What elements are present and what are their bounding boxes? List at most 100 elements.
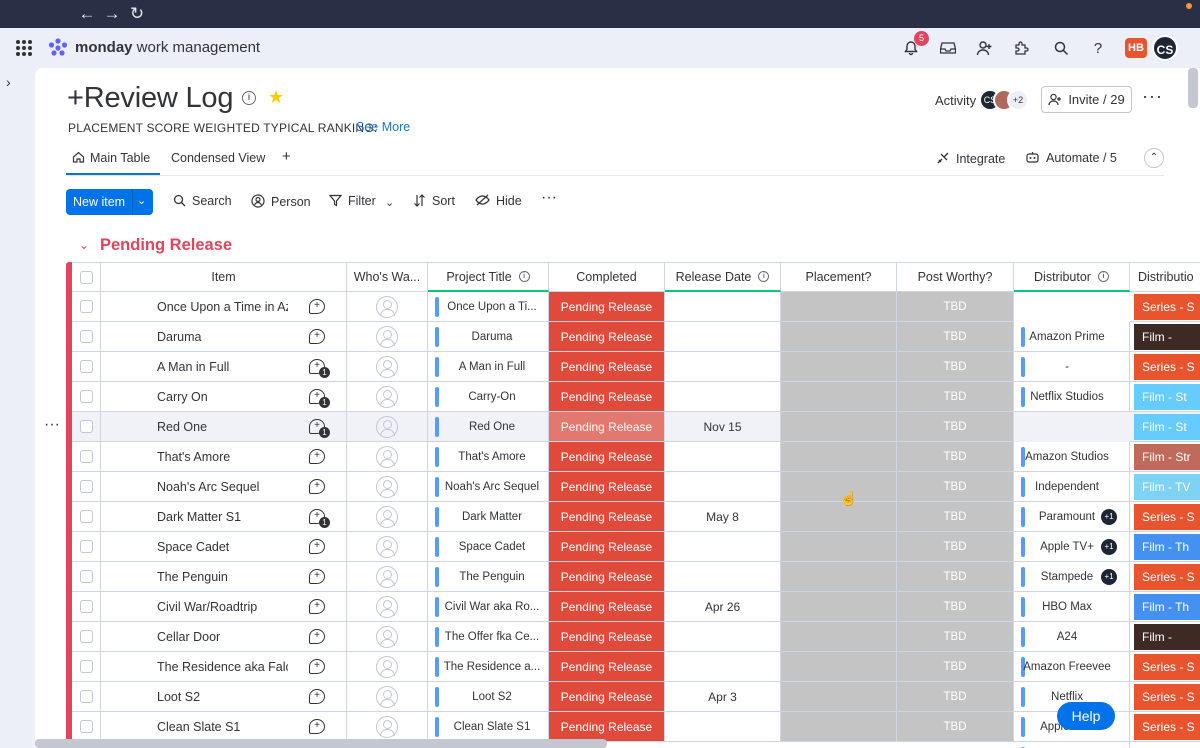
updates-cell[interactable]: +1 (288, 502, 347, 532)
person-placeholder-icon[interactable] (376, 625, 398, 648)
distribution-type-cell[interactable]: Series - S (1130, 562, 1200, 592)
person-placeholder-icon[interactable] (376, 565, 398, 588)
completed-status-cell[interactable]: Pending Release (549, 502, 665, 532)
release-date-cell[interactable] (665, 622, 781, 652)
item-name-cell[interactable]: Clean Slate S1 (101, 712, 288, 742)
person-placeholder-icon[interactable] (376, 325, 398, 348)
toolbar-more-icon[interactable]: ··· (541, 189, 557, 207)
distribution-type-cell[interactable]: Series - S (1130, 682, 1200, 712)
workspace-avatar[interactable]: HB (1125, 38, 1147, 58)
distributor-cell[interactable] (1014, 742, 1130, 748)
post-worthy-cell[interactable]: TBD (897, 592, 1014, 622)
select-all-checkbox[interactable] (79, 270, 93, 284)
project-title-cell[interactable]: Once Upon a Ti... (428, 292, 549, 322)
conversation-add-icon[interactable]: + (309, 569, 325, 584)
row-checkbox[interactable] (79, 300, 93, 313)
row-checkbox[interactable] (79, 510, 93, 523)
row-select-cell[interactable] (72, 322, 101, 352)
tab-main-table[interactable]: Main Table (72, 151, 150, 165)
conversation-add-icon[interactable]: + (309, 689, 325, 704)
updates-cell[interactable]: +1 (288, 382, 347, 412)
conversation-add-icon[interactable]: + (309, 539, 325, 554)
table-row[interactable]: Cellar Door + The Offer fka Ce... Pendin… (72, 622, 1200, 682)
who-cell[interactable] (347, 682, 428, 712)
project-title-cell[interactable]: The Residence a... (428, 652, 549, 682)
release-date-cell[interactable]: May 8 (665, 502, 781, 532)
see-more-link[interactable]: See More (356, 120, 410, 134)
updates-cell[interactable]: + (288, 592, 347, 622)
row-select-cell[interactable] (72, 352, 101, 382)
release-date-cell[interactable] (665, 292, 781, 322)
completed-status-cell[interactable]: Pending Release (549, 652, 665, 682)
table-row[interactable]: A Man in Full +1 A Man in Full Pending R… (72, 352, 1200, 412)
project-title-cell[interactable]: Loot S2 (428, 682, 549, 712)
board-more-menu-icon[interactable]: ··· (1142, 86, 1163, 107)
item-name-cell[interactable]: Once Upon a Time in Aztlan (101, 292, 288, 322)
row-checkbox[interactable] (79, 360, 93, 373)
column-header-who[interactable]: Who's Wa... (347, 262, 428, 292)
project-title-cell[interactable]: A Man in Full (428, 352, 549, 382)
person-placeholder-icon[interactable] (376, 295, 398, 318)
updates-cell[interactable]: + (288, 682, 347, 712)
person-placeholder-icon[interactable] (376, 595, 398, 618)
conversation-add-icon[interactable]: +1 (309, 419, 330, 438)
conversation-add-icon[interactable]: +1 (309, 389, 330, 408)
row-checkbox[interactable] (79, 420, 93, 433)
column-header-release-date[interactable]: Release Date i (665, 262, 781, 292)
column-header-placement[interactable]: Placement? (781, 262, 897, 292)
board-info-icon[interactable]: i (242, 91, 256, 105)
collapse-header-chevron-icon[interactable]: ⌃ (1144, 148, 1164, 168)
new-item-button[interactable]: New item ⌄ (66, 189, 153, 215)
project-title-cell[interactable]: Dark Matter (428, 502, 549, 532)
vertical-scrollbar[interactable] (1188, 68, 1198, 108)
updates-cell[interactable]: + (288, 322, 347, 352)
who-cell[interactable] (347, 382, 428, 412)
release-date-cell[interactable] (665, 442, 781, 472)
person-placeholder-icon[interactable] (376, 715, 398, 738)
project-title-cell[interactable]: Red One (428, 412, 549, 442)
updates-cell[interactable]: + (288, 562, 347, 592)
release-date-cell[interactable] (665, 532, 781, 562)
conversation-add-icon[interactable]: +1 (309, 359, 330, 378)
placement-cell[interactable] (781, 472, 897, 502)
board-title[interactable]: +Review Log (67, 82, 233, 115)
updates-cell[interactable]: + (288, 292, 347, 322)
release-date-cell[interactable]: Apr 26 (665, 592, 781, 622)
inbox-icon[interactable] (938, 38, 958, 58)
placement-cell[interactable] (781, 532, 897, 562)
item-name-cell[interactable]: Red One (101, 412, 288, 442)
row-checkbox[interactable] (79, 450, 93, 463)
item-name-cell[interactable]: Daruma (101, 322, 288, 352)
item-name-cell[interactable]: Noah's Arc Sequel (101, 472, 288, 502)
release-date-cell[interactable] (665, 562, 781, 592)
favorite-star-icon[interactable]: ★ (268, 87, 284, 108)
post-worthy-cell[interactable]: TBD (897, 382, 1014, 412)
distribution-type-cell[interactable]: Series - S (1130, 502, 1200, 532)
conversation-add-icon[interactable]: +1 (309, 509, 330, 528)
conversation-add-icon[interactable]: + (309, 329, 325, 344)
updates-cell[interactable]: +1 (288, 352, 347, 382)
user-avatar[interactable]: CS (1152, 35, 1178, 61)
table-row[interactable]: Civil War/Roadtrip + Civil War aka Ro...… (72, 592, 1200, 652)
back-arrow-icon[interactable]: ← (76, 4, 98, 24)
item-name-cell[interactable]: Dark Matter S1 (101, 502, 288, 532)
project-title-cell[interactable]: That's Amore (428, 442, 549, 472)
person-placeholder-icon[interactable] (376, 445, 398, 468)
post-worthy-cell[interactable]: TBD (897, 292, 1014, 322)
placement-cell[interactable] (781, 292, 897, 322)
updates-cell[interactable]: + (288, 712, 347, 742)
updates-cell[interactable]: + (288, 622, 347, 652)
conversation-add-icon[interactable]: + (309, 659, 325, 674)
row-select-cell[interactable] (72, 622, 101, 652)
row-select-cell[interactable] (72, 712, 101, 742)
conversation-add-icon[interactable]: + (309, 449, 325, 464)
post-worthy-cell[interactable]: TBD (897, 412, 1014, 442)
forward-arrow-icon[interactable]: → (101, 4, 123, 24)
person-placeholder-icon[interactable] (376, 385, 398, 408)
distribution-type-cell[interactable]: Film - St (1130, 412, 1200, 442)
table-row[interactable]: Once Upon a Time in Aztlan + Once Upon a… (72, 292, 1200, 352)
who-cell[interactable] (347, 442, 428, 472)
filter-button[interactable]: Filter (328, 194, 376, 208)
distribution-type-cell[interactable]: Film - Th (1130, 532, 1200, 562)
person-placeholder-icon[interactable] (376, 505, 398, 528)
